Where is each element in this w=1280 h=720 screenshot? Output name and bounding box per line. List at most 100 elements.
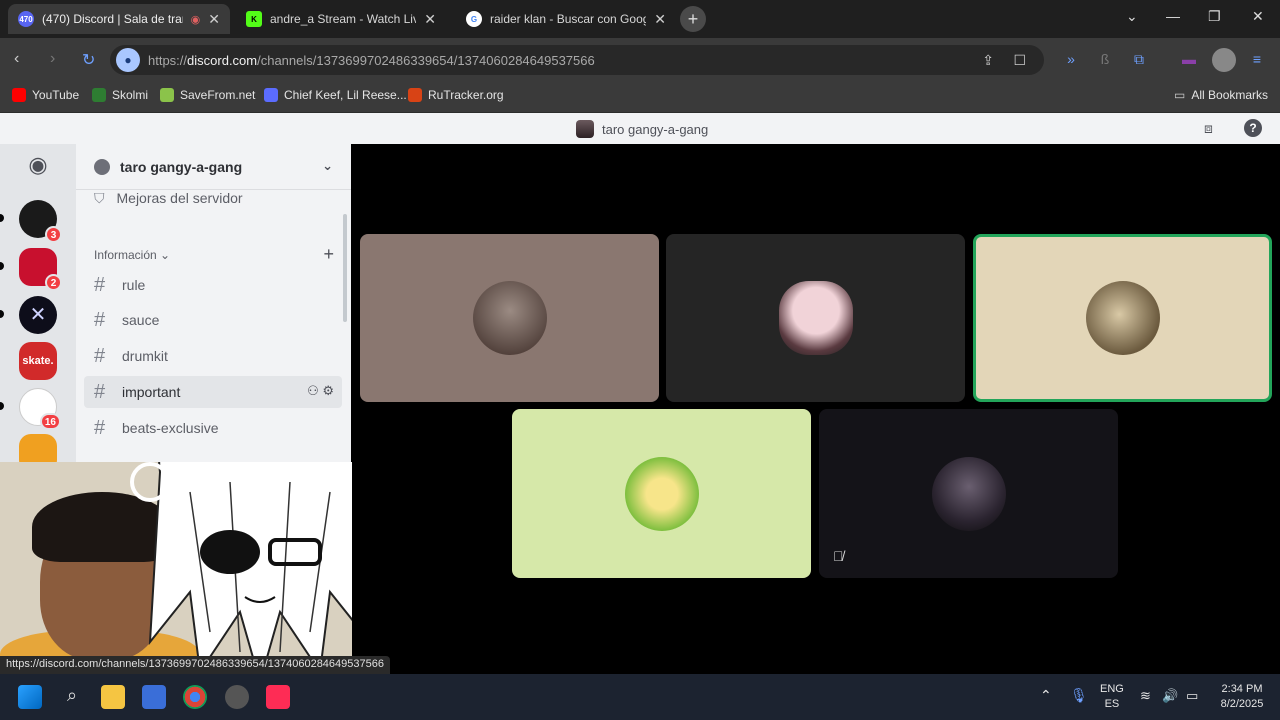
file-explorer-icon[interactable] <box>101 685 125 709</box>
chrome-icon[interactable] <box>183 685 207 709</box>
clock[interactable]: 2:34 PM 8/2/2025 <box>1212 682 1272 712</box>
bookmark-star-icon[interactable]: ☐ <box>1013 52 1026 69</box>
bookmark-savefrom[interactable]: SaveFrom.net <box>160 88 255 102</box>
bookmark-skolmi[interactable]: Skolmi <box>92 88 148 102</box>
bookmark-youtube[interactable]: YouTube <box>12 88 79 102</box>
close-tab-icon[interactable]: ✕ <box>208 11 220 28</box>
menu-icon[interactable]: ≡ <box>1248 51 1266 69</box>
participant-avatar <box>472 281 547 355</box>
participant-tile[interactable] <box>512 409 811 578</box>
participant-tile[interactable] <box>666 234 965 402</box>
server-icon[interactable]: 2 <box>19 248 62 291</box>
gear-icon[interactable]: ⚙ <box>322 383 334 398</box>
url-field[interactable]: ● https://discord.com/channels/137369970… <box>110 45 1044 75</box>
server-icon[interactable]: ✕ <box>19 296 57 334</box>
channel-important[interactable]: # important ⚇ ⚙ <box>84 376 342 408</box>
bookmark-label: SaveFrom.net <box>180 88 256 102</box>
channel-name: important <box>122 384 181 400</box>
bookmark-label: RuTracker.org <box>428 88 504 102</box>
tab-search-icon[interactable]: ⌄ <box>1126 8 1138 25</box>
tab-title: (470) Discord | Sala de trans <box>42 12 183 26</box>
mic-permission-icon[interactable]: ● <box>116 48 140 72</box>
server-icon[interactable]: 3 <box>19 200 62 243</box>
back-icon[interactable]: ‹ <box>14 50 19 68</box>
tab-title: raider klan - Buscar con Googl <box>490 12 647 26</box>
windows-start-icon[interactable] <box>18 685 42 709</box>
server-boost-link[interactable]: ⛉ Mejoras del servidor <box>94 190 243 207</box>
participant-avatar <box>931 456 1006 531</box>
channel-category[interactable]: Información ⌄ + <box>94 244 334 264</box>
channel-rule[interactable]: # rule <box>84 269 342 301</box>
all-bookmarks-label: All Bookmarks <box>1191 88 1269 102</box>
extension-icon[interactable]: ß <box>1096 51 1114 69</box>
chevron-up-icon[interactable]: ⌃ <box>1040 688 1052 703</box>
channel-sauce[interactable]: # sauce <box>84 304 342 336</box>
all-bookmarks[interactable]: ▭ All Bookmarks <box>1174 88 1268 102</box>
participant-tile[interactable]: 🎙̸ <box>819 409 1118 578</box>
volume-icon[interactable]: 🔊 <box>1162 688 1178 703</box>
server-header[interactable]: taro gangy-a-gang ⌄ <box>76 144 351 190</box>
category-label: Información <box>94 248 157 262</box>
new-tab-button[interactable]: + <box>680 6 706 32</box>
hash-icon: # <box>94 380 106 403</box>
tab-discord[interactable]: 470 (470) Discord | Sala de trans ◉ ✕ <box>8 4 230 34</box>
create-channel-icon[interactable]: + <box>323 244 334 265</box>
inbox-icon[interactable]: ⧈ <box>1204 120 1213 137</box>
participant-avatar <box>624 456 699 531</box>
microphone-icon[interactable]: 🎙 <box>1070 688 1088 703</box>
server-avatar <box>576 120 594 138</box>
extension-icon[interactable]: ▬ <box>1180 51 1198 69</box>
battery-icon[interactable]: ▭ <box>1186 688 1198 703</box>
server-icon[interactable]: 16 <box>19 388 61 430</box>
wifi-icon[interactable]: ≋ <box>1140 688 1151 703</box>
bookmarks-bar: YouTube Skolmi SaveFrom.net Chief Keef, … <box>0 82 1280 113</box>
screen: 470 (470) Discord | Sala de trans ◉ ✕ K … <box>0 0 1280 720</box>
unread-indicator <box>0 214 4 222</box>
channel-drumkit[interactable]: # drumkit <box>84 340 342 372</box>
help-icon[interactable]: ? <box>1244 119 1262 137</box>
reload-icon[interactable]: ↻ <box>82 50 95 70</box>
restore-icon[interactable]: ❐ <box>1208 8 1221 25</box>
channel-name: drumkit <box>122 348 168 364</box>
language-indicator[interactable]: ENG ES <box>1100 682 1124 712</box>
channel-beats-exclusive[interactable]: # beats-exclusive <box>84 412 342 444</box>
close-tab-icon[interactable]: ✕ <box>654 11 666 28</box>
close-tab-icon[interactable]: ✕ <box>424 11 436 28</box>
voice-call-stage: 🎙̸ <box>351 144 1280 674</box>
discord-home-icon[interactable]: ◉ <box>19 146 57 184</box>
minimize-icon[interactable]: — <box>1166 8 1180 24</box>
bookmark-label: Chief Keef, Lil Reese... <box>284 88 407 102</box>
lang-secondary: ES <box>1104 698 1120 710</box>
tiktok-icon[interactable] <box>266 685 290 709</box>
participant-tile-speaking[interactable] <box>973 234 1272 402</box>
unread-indicator <box>0 310 4 318</box>
server-name: taro gangy-a-gang <box>120 158 243 175</box>
bookmark-chief-keef[interactable]: Chief Keef, Lil Reese... <box>264 88 407 102</box>
tab-kick[interactable]: K andre_a Stream - Watch Live o ✕ <box>236 4 446 34</box>
obs-icon[interactable] <box>225 685 249 709</box>
close-window-icon[interactable]: ✕ <box>1252 8 1264 25</box>
search-icon[interactable]: ⌕ <box>60 685 84 709</box>
boost-shield-icon: ⛉ <box>94 190 105 206</box>
link-status-bar: https://discord.com/channels/13736997024… <box>0 656 390 674</box>
profile-avatar[interactable] <box>1212 48 1236 72</box>
channel-name: beats-exclusive <box>122 420 219 436</box>
tab-google[interactable]: G raider klan - Buscar con Googl ✕ <box>456 4 676 34</box>
extension-icon[interactable]: » <box>1062 51 1080 69</box>
channel-scrollbar[interactable] <box>343 214 347 322</box>
share-icon[interactable]: ⇪ <box>982 52 994 69</box>
google-favicon: G <box>466 11 482 27</box>
invite-icon[interactable]: ⚇ <box>307 383 319 398</box>
hash-icon: # <box>94 344 106 367</box>
mention-badge: 2 <box>45 274 62 291</box>
microsoft-store-icon[interactable] <box>142 685 166 709</box>
participant-tile[interactable] <box>360 234 659 402</box>
extensions-puzzle-icon[interactable]: ⧉ <box>1130 51 1148 69</box>
forward-icon[interactable]: › <box>50 50 55 68</box>
savefrom-icon <box>160 88 174 102</box>
mention-badge: 16 <box>39 413 61 430</box>
windows-taskbar: ⌕ ⌃ 🎙 ENG ES ≋ 🔊 ▭ 2:34 PM 8/2/2025 <box>0 674 1280 720</box>
server-icon[interactable]: skate. <box>19 342 57 380</box>
bookmark-rutracker[interactable]: RuTracker.org <box>408 88 504 102</box>
bookmark-page-icon <box>264 88 278 102</box>
